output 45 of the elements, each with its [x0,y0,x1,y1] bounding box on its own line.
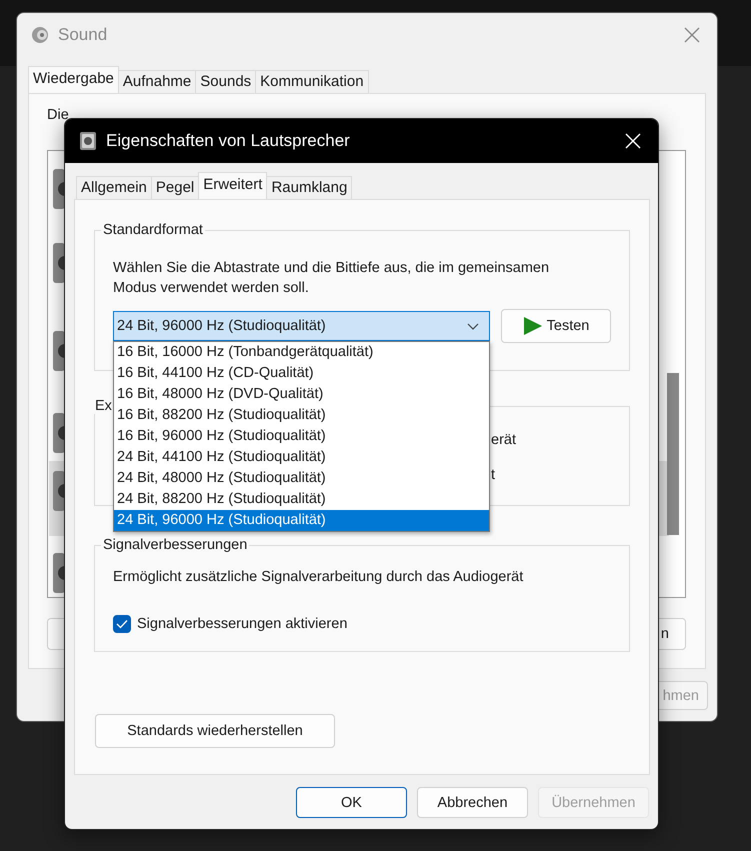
checkbox[interactable] [113,615,131,633]
tab[interactable]: Erweitert [198,172,268,199]
chevron-down-icon [467,322,479,330]
scrollbar-thumb[interactable] [667,373,679,535]
device-icon [53,413,65,453]
checkbox-label: Signalverbesserungen aktivieren [137,616,348,632]
dropdown-option[interactable]: 24 Bit, 48000 Hz (Studioqualität) [114,468,489,489]
button[interactable]: Abbrechen [417,787,528,818]
description-text: Die [47,106,70,124]
close-icon [624,132,642,150]
device-icon [53,471,65,511]
play-icon [522,316,543,336]
dropdown-option[interactable]: 24 Bit, 88200 Hz (Studioqualität) [114,489,489,510]
option-text: t [491,467,496,484]
dropdown-option[interactable]: 24 Bit, 44100 Hz (Studioqualität) [114,447,489,468]
description-text: Wählen Sie die Abtastrate und die Bittiefe aus, die im gemeinsamen Modus verwendet werden soll. [113,259,550,298]
device-icon [53,553,65,593]
option-text: erät [491,432,517,449]
group-label: Signalverbesserungen [102,537,248,553]
device-icon [53,243,65,283]
dropdown-option[interactable]: 16 Bit, 96000 Hz (Studioqualität) [114,426,489,447]
dropdown-option[interactable]: 16 Bit, 88200 Hz (Studioqualität) [114,405,489,426]
speaker-icon [31,26,49,44]
device-icon [53,331,65,371]
speaker-icon [79,132,97,150]
tab[interactable]: Wiedergabe [28,66,119,93]
tab[interactable]: Raumklang [266,176,352,199]
button[interactable]: OK [296,787,407,818]
dropdown-option[interactable]: 16 Bit, 44100 Hz (CD-Qualität) [114,363,489,384]
tab[interactable]: Allgemein [76,176,152,199]
tab[interactable]: Kommunikation [255,70,369,93]
group-label: Ex [94,398,113,414]
check-icon [116,619,128,629]
window-title: Sound [58,24,108,44]
restore-defaults-button[interactable]: Standards wiederherstellen [95,714,335,748]
device-icon [53,169,65,209]
dropdown-option[interactable]: 24 Bit, 96000 Hz (Studioqualität) [114,510,489,531]
format-dropdown[interactable]: 24 Bit, 96000 Hz (Studioqualität) [113,311,490,341]
close-icon [683,26,701,44]
window-title: Eigenschaften von Lautsprecher [106,131,350,151]
group-label: Standardformat [102,222,204,238]
description-text: Ermöglicht zusätzliche Signalverarbeitung durch das Audiogerät [113,568,524,587]
dropdown-option[interactable]: 16 Bit, 16000 Hz (Tonbandgerätqualität) [114,342,489,363]
dropdown-option[interactable]: 16 Bit, 48000 Hz (DVD-Qualität) [114,384,489,405]
test-button[interactable]: Testen [501,309,611,343]
